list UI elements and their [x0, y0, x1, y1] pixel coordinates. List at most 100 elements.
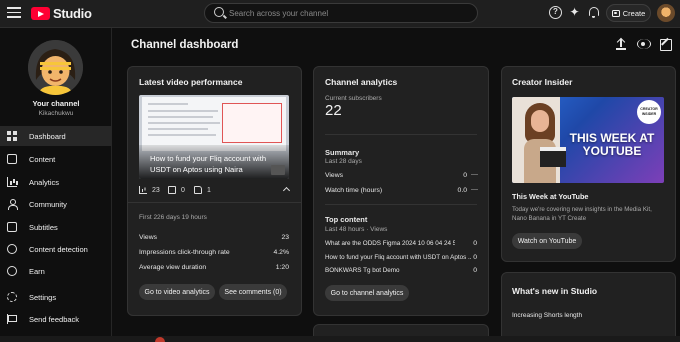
analytics-icon	[7, 177, 17, 187]
search-input[interactable]	[229, 5, 469, 21]
views-icon	[139, 186, 147, 194]
subtitles-icon	[7, 222, 17, 232]
logo-text: Studio	[53, 6, 92, 21]
sidebar-item-label: Subtitles	[29, 222, 58, 232]
dashboard-icon	[7, 131, 17, 141]
go-to-channel-analytics-button[interactable]: Go to channel analytics	[325, 285, 409, 301]
card-title: Creator Insider	[512, 77, 573, 87]
metric-label: Average view duration	[139, 264, 207, 271]
summary-period: Last 28 days	[325, 158, 362, 165]
see-comments-button[interactable]: See comments (0)	[219, 284, 287, 300]
likes-stat: 1	[194, 186, 211, 194]
sidebar-item-send-feedback[interactable]: Send feedback	[0, 309, 112, 329]
your-channel-label[interactable]: Your channel	[0, 99, 112, 108]
top-content-views: 0	[473, 254, 477, 261]
presenter-image	[522, 103, 558, 183]
upload-icon[interactable]	[614, 37, 628, 51]
thumbnail-headline: THIS WEEK AT YOUTUBE	[569, 131, 655, 158]
create-label: Create	[622, 8, 646, 18]
comments-stat: 0	[168, 186, 185, 194]
top-content-views: 0	[473, 267, 477, 274]
sidebar-item-earn[interactable]: Earn	[0, 261, 112, 281]
summary-trend: —	[471, 171, 478, 178]
period-label: First 226 days 19 hours	[139, 214, 207, 221]
sidebar-item-dashboard[interactable]: Dashboard	[0, 126, 112, 146]
summary-value: 0	[463, 172, 467, 179]
sidebar-item-content-detection[interactable]: Content detection	[0, 239, 112, 259]
summary-label: Watch time (hours)	[325, 187, 383, 194]
summary-label: Views	[325, 172, 344, 179]
search-bar[interactable]	[204, 3, 478, 23]
sidebar-item-settings[interactable]: Settings	[0, 287, 112, 307]
sidebar-item-label: Community	[29, 199, 67, 209]
top-content-views: 0	[473, 240, 477, 247]
gear-icon	[7, 292, 17, 302]
subscribers-count: 22	[325, 102, 342, 119]
likes-count: 1	[207, 186, 211, 194]
help-icon[interactable]: ?	[549, 6, 562, 19]
create-video-icon	[611, 9, 620, 17]
sidebar-item-label: Earn	[29, 266, 45, 276]
views-count: 23	[152, 186, 160, 194]
earn-icon	[7, 266, 17, 276]
thumbnail-mini-frame	[271, 165, 285, 175]
sidebar-item-label: Settings	[29, 292, 57, 302]
metric-label: Views	[139, 234, 158, 241]
notifications-bell-icon[interactable]	[587, 6, 600, 19]
creator-insider-description: Today we're covering new insights in the…	[512, 206, 652, 222]
sparkle-icon[interactable]: ✦	[568, 6, 581, 19]
page-title: Channel dashboard	[131, 39, 239, 51]
top-content-title: Top content	[325, 215, 368, 224]
thumbnail-highlight	[222, 103, 282, 143]
thumbs-up-icon	[194, 186, 202, 194]
sidebar-item-subtitles[interactable]: Subtitles	[0, 217, 112, 237]
feedback-icon	[7, 314, 17, 324]
comments-count: 0	[181, 186, 185, 194]
hamburger-menu-icon[interactable]	[7, 7, 21, 19]
sidebar: Your channel Kikachukwu Dashboard Conten…	[0, 28, 112, 342]
search-icon	[214, 7, 224, 17]
sidebar-item-label: Dashboard	[29, 131, 66, 141]
top-content-item[interactable]: BONKWARS Tg bot Demo	[325, 267, 455, 274]
sidebar-item-community[interactable]: Community	[0, 194, 112, 214]
taskbar-app-icon[interactable]	[155, 337, 165, 342]
top-content-period: Last 48 hours · Views	[325, 226, 388, 233]
metric-value: 23	[281, 234, 289, 241]
creator-insider-thumbnail[interactable]: CREATOR INSIDER THIS WEEK AT YOUTUBE	[512, 97, 664, 183]
sidebar-item-label: Send feedback	[29, 314, 80, 324]
whats-new-item[interactable]: Increasing Shorts length	[512, 312, 582, 319]
create-post-icon[interactable]	[658, 37, 672, 51]
subscribers-label: Current subscribers	[325, 95, 382, 102]
create-button[interactable]: Create	[606, 4, 651, 22]
taskbar-strip	[0, 336, 680, 342]
video-title: How to fund your Fliq account with USDT …	[150, 154, 267, 174]
sidebar-item-label: Content detection	[29, 244, 88, 254]
sidebar-item-label: Analytics	[29, 177, 60, 187]
top-content-item[interactable]: What are the ODDS Figma 2024 10 06 04 24…	[325, 240, 455, 247]
go-live-icon[interactable]	[636, 37, 651, 51]
video-thumbnail[interactable]: How to fund your Fliq account with USDT …	[139, 95, 289, 179]
content-icon	[7, 154, 17, 164]
card-title: What's new in Studio	[512, 286, 598, 296]
account-avatar[interactable]	[657, 4, 675, 22]
content-detection-icon	[7, 244, 17, 254]
summary-trend: —	[471, 186, 478, 193]
whats-new-card	[501, 272, 676, 342]
card-title: Latest video performance	[139, 77, 243, 87]
channel-handle: Kikachukwu	[38, 110, 74, 117]
studio-logo[interactable]: Studio	[31, 6, 92, 21]
summary-value: 0.0	[457, 187, 467, 194]
top-content-item[interactable]: How to fund your Fliq account with USDT …	[325, 254, 471, 261]
metric-label: Impressions click-through rate	[139, 249, 230, 256]
creator-insider-video-title[interactable]: This Week at YouTube	[512, 192, 589, 201]
watch-on-youtube-button[interactable]: Watch on YouTube	[512, 233, 582, 249]
comment-icon	[168, 186, 176, 194]
sidebar-item-analytics[interactable]: Analytics	[0, 172, 112, 192]
card-title: Channel analytics	[325, 77, 398, 87]
metric-value: 4.2%	[273, 249, 290, 256]
views-stat: 23	[139, 186, 160, 194]
sidebar-item-content[interactable]: Content	[0, 149, 112, 169]
community-icon	[7, 199, 18, 210]
channel-avatar[interactable]	[28, 40, 83, 95]
go-to-video-analytics-button[interactable]: Go to video analytics	[139, 284, 215, 300]
